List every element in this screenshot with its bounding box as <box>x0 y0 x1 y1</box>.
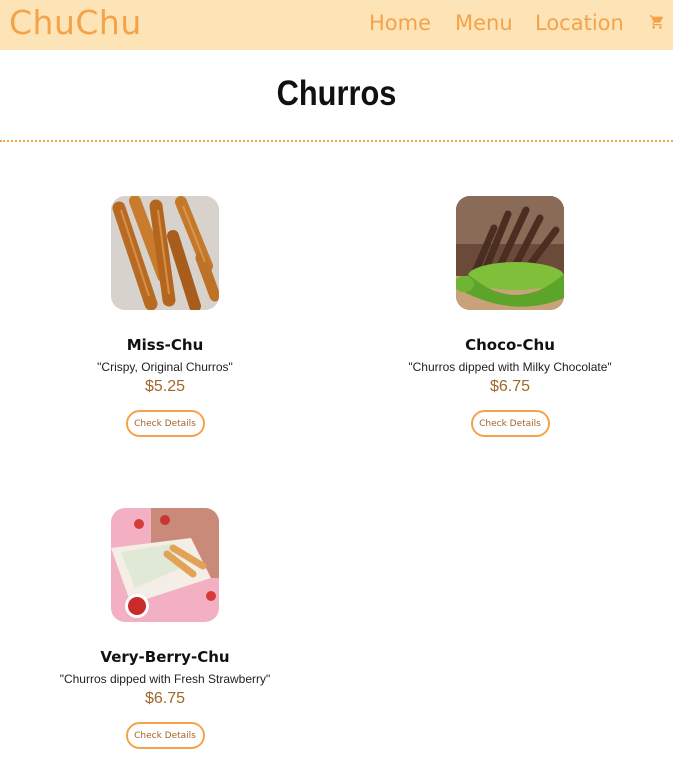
product-name: Miss-Chu <box>126 336 204 354</box>
product-price: $6.75 <box>144 690 186 707</box>
brand-logo[interactable]: ChuChu <box>9 3 142 42</box>
nav-link-home[interactable]: Home <box>369 11 431 35</box>
product-description: "Churros dipped with Milky Chocolate" <box>408 360 612 374</box>
product-card-choco-chu: Choco-Chu "Churros dipped with Milky Cho… <box>370 196 650 437</box>
product-name: Choco-Chu <box>465 336 555 354</box>
section-divider <box>0 140 673 142</box>
product-description: "Churros dipped with Fresh Strawberry" <box>59 672 271 686</box>
cart-icon[interactable] <box>649 14 665 30</box>
product-image-choco-chu[interactable] <box>456 196 564 310</box>
check-details-button[interactable]: Check Details <box>470 410 550 437</box>
nav-link-location[interactable]: Location <box>535 11 624 35</box>
product-card-very-berry-chu: Very-Berry-Chu "Churros dipped with Fres… <box>25 508 305 749</box>
check-details-button[interactable]: Check Details <box>125 722 205 749</box>
product-price: $5.25 <box>144 378 186 395</box>
product-image-miss-chu[interactable] <box>111 196 219 310</box>
nav-link-menu[interactable]: Menu <box>455 11 513 35</box>
product-image-very-berry-chu[interactable] <box>111 508 219 622</box>
product-description: "Crispy, Original Churros" <box>97 360 233 374</box>
check-details-button[interactable]: Check Details <box>125 410 205 437</box>
product-card-miss-chu: Miss-Chu "Crispy, Original Churros" $5.2… <box>25 196 305 437</box>
product-price: $6.75 <box>489 378 531 395</box>
product-name: Very-Berry-Chu <box>100 648 230 666</box>
navbar: ChuChu Home Menu Location <box>0 0 673 50</box>
page-title: Churros <box>276 74 397 113</box>
